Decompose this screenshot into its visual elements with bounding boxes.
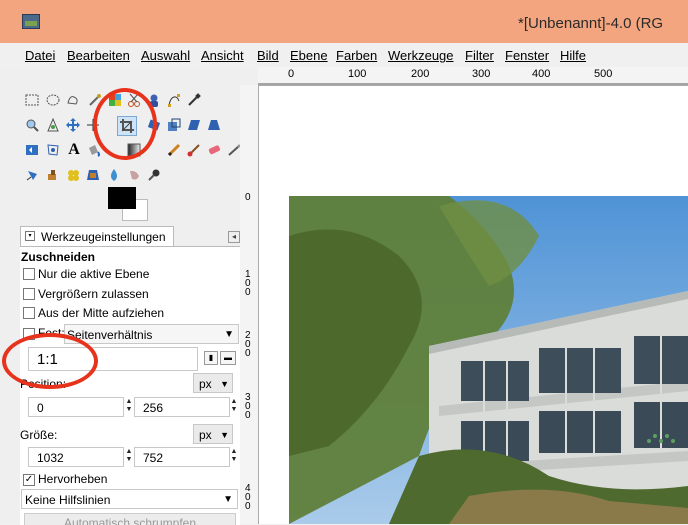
- measure-icon[interactable]: [45, 117, 61, 133]
- shear-icon[interactable]: [186, 117, 202, 133]
- menu-bar: Datei Bearbeiten Auswahl Ansicht Bild Eb…: [0, 43, 688, 67]
- label-expand-center: Aus der Mitte aufziehen: [38, 306, 165, 320]
- size-height-spinner[interactable]: ▲ ▼: [230, 448, 238, 466]
- horizontal-ruler: 0 100 200 300 400 500: [258, 67, 688, 86]
- ruler-label: 200: [411, 68, 430, 80]
- menu-werkzeuge[interactable]: Werkzeuge: [388, 48, 454, 63]
- ruler-label: 100: [348, 68, 367, 80]
- ruler-label: 500: [594, 68, 613, 80]
- auto-shrink-button[interactable]: Automatisch schrumpfen: [24, 513, 236, 525]
- paths-icon[interactable]: [166, 92, 182, 108]
- ink-icon[interactable]: [24, 167, 40, 183]
- menu-fenster[interactable]: Fenster: [505, 48, 549, 63]
- ruler-label: 400: [245, 483, 251, 512]
- checkbox-allow-growing[interactable]: [23, 288, 35, 300]
- chevron-down-icon: ▼: [224, 329, 234, 340]
- position-y-spinner[interactable]: ▲ ▼: [230, 398, 238, 416]
- window-title: *[Unbenannt]-4.0 (RG: [518, 15, 664, 32]
- menu-ebene[interactable]: Ebene: [290, 48, 328, 63]
- chevron-down-icon: ▼: [220, 430, 229, 440]
- section-title: Zuschneiden: [21, 250, 96, 264]
- menu-hilfe[interactable]: Hilfe: [560, 48, 586, 63]
- cage-icon[interactable]: [45, 142, 61, 158]
- size-unit-select[interactable]: px ▼: [193, 424, 233, 444]
- ruler-label: 100: [245, 269, 251, 298]
- vertical-ruler: 0 100 200 300 400: [240, 85, 259, 524]
- pencil-icon[interactable]: [166, 142, 182, 158]
- perspective-clone-icon[interactable]: [85, 167, 101, 183]
- scale-icon[interactable]: [166, 117, 182, 133]
- label-active-layer: Nur die aktive Ebene: [38, 267, 150, 281]
- tab-icon: ▾: [25, 231, 35, 241]
- zoom-icon[interactable]: [24, 117, 40, 133]
- tab-label: Werkzeugeinstellungen: [41, 230, 166, 244]
- checkbox-expand-center[interactable]: [23, 307, 35, 319]
- menu-farben[interactable]: Farben: [336, 48, 377, 63]
- landscape-icon[interactable]: ▬: [220, 351, 236, 365]
- portrait-icon[interactable]: ▮: [204, 351, 218, 365]
- fixed-dropdown[interactable]: Seitenverhältnis ▼: [64, 324, 239, 344]
- position-x-spinner[interactable]: ▲ ▼: [125, 398, 133, 416]
- menu-filter[interactable]: Filter: [465, 48, 494, 63]
- annotation-circle-crop: [93, 88, 157, 160]
- move-icon[interactable]: [65, 117, 81, 133]
- panel-menu-button[interactable]: ◂: [228, 231, 240, 243]
- dodge-icon[interactable]: [146, 167, 162, 183]
- position-y-input[interactable]: 256: [134, 397, 230, 417]
- paintbrush-icon[interactable]: [186, 142, 202, 158]
- ruler-label: 400: [532, 68, 551, 80]
- rect-select-icon[interactable]: [24, 92, 40, 108]
- menu-datei[interactable]: Datei: [25, 48, 55, 63]
- title-bar: *[Unbenannt]-4.0 (RG: [0, 0, 688, 43]
- eraser-icon[interactable]: [206, 142, 222, 158]
- size-label: Größe:: [20, 428, 58, 442]
- app-icon[interactable]: [22, 14, 40, 29]
- annotation-circle-ratio: [2, 333, 98, 389]
- ruler-label: 300: [245, 392, 251, 421]
- position-unit-select[interactable]: px ▼: [193, 373, 233, 393]
- text-icon[interactable]: A: [66, 142, 82, 158]
- size-unit-value: px: [199, 428, 212, 442]
- guides-dropdown-value: Keine Hilfslinien: [25, 493, 111, 507]
- size-width-spinner[interactable]: ▲ ▼: [125, 448, 133, 466]
- position-x-input[interactable]: 0: [28, 397, 124, 417]
- chevron-down-icon: ▼: [220, 379, 229, 389]
- flip-icon[interactable]: [24, 142, 40, 158]
- smudge-icon[interactable]: [126, 167, 142, 183]
- perspective-icon[interactable]: [206, 117, 222, 133]
- size-width-input[interactable]: 1032: [28, 447, 124, 467]
- blur-icon[interactable]: [106, 167, 122, 183]
- checkbox-highlight[interactable]: ✓: [23, 474, 35, 486]
- color-picker-icon[interactable]: [186, 92, 202, 108]
- image-layer[interactable]: [289, 196, 688, 524]
- chevron-down-icon: ▼: [223, 494, 233, 505]
- ruler-label: 300: [472, 68, 491, 80]
- color-swatches[interactable]: [108, 187, 148, 221]
- free-select-icon[interactable]: [65, 92, 81, 108]
- menu-auswahl[interactable]: Auswahl: [141, 48, 190, 63]
- guides-dropdown[interactable]: Keine Hilfslinien ▼: [21, 489, 238, 509]
- building-photo: [289, 196, 688, 524]
- ellipse-select-icon[interactable]: [45, 92, 61, 108]
- ruler-label: 0: [245, 192, 251, 203]
- menu-ansicht[interactable]: Ansicht: [201, 48, 244, 63]
- label-allow-growing: Vergrößern zulassen: [38, 287, 149, 301]
- menu-bild[interactable]: Bild: [257, 48, 279, 63]
- menu-bearbeiten[interactable]: Bearbeiten: [67, 48, 130, 63]
- ruler-label: 0: [288, 68, 295, 80]
- heal-icon[interactable]: [65, 167, 81, 183]
- ruler-label: 200: [245, 330, 251, 359]
- clone-icon[interactable]: [45, 167, 61, 183]
- foreground-color[interactable]: [108, 187, 136, 209]
- size-height-input[interactable]: 752: [134, 447, 230, 467]
- label-highlight: Hervorheben: [38, 472, 108, 486]
- checkbox-active-layer[interactable]: [23, 268, 35, 280]
- position-unit-value: px: [199, 377, 212, 391]
- tab-tool-options[interactable]: ▾ Werkzeugeinstellungen: [20, 226, 174, 248]
